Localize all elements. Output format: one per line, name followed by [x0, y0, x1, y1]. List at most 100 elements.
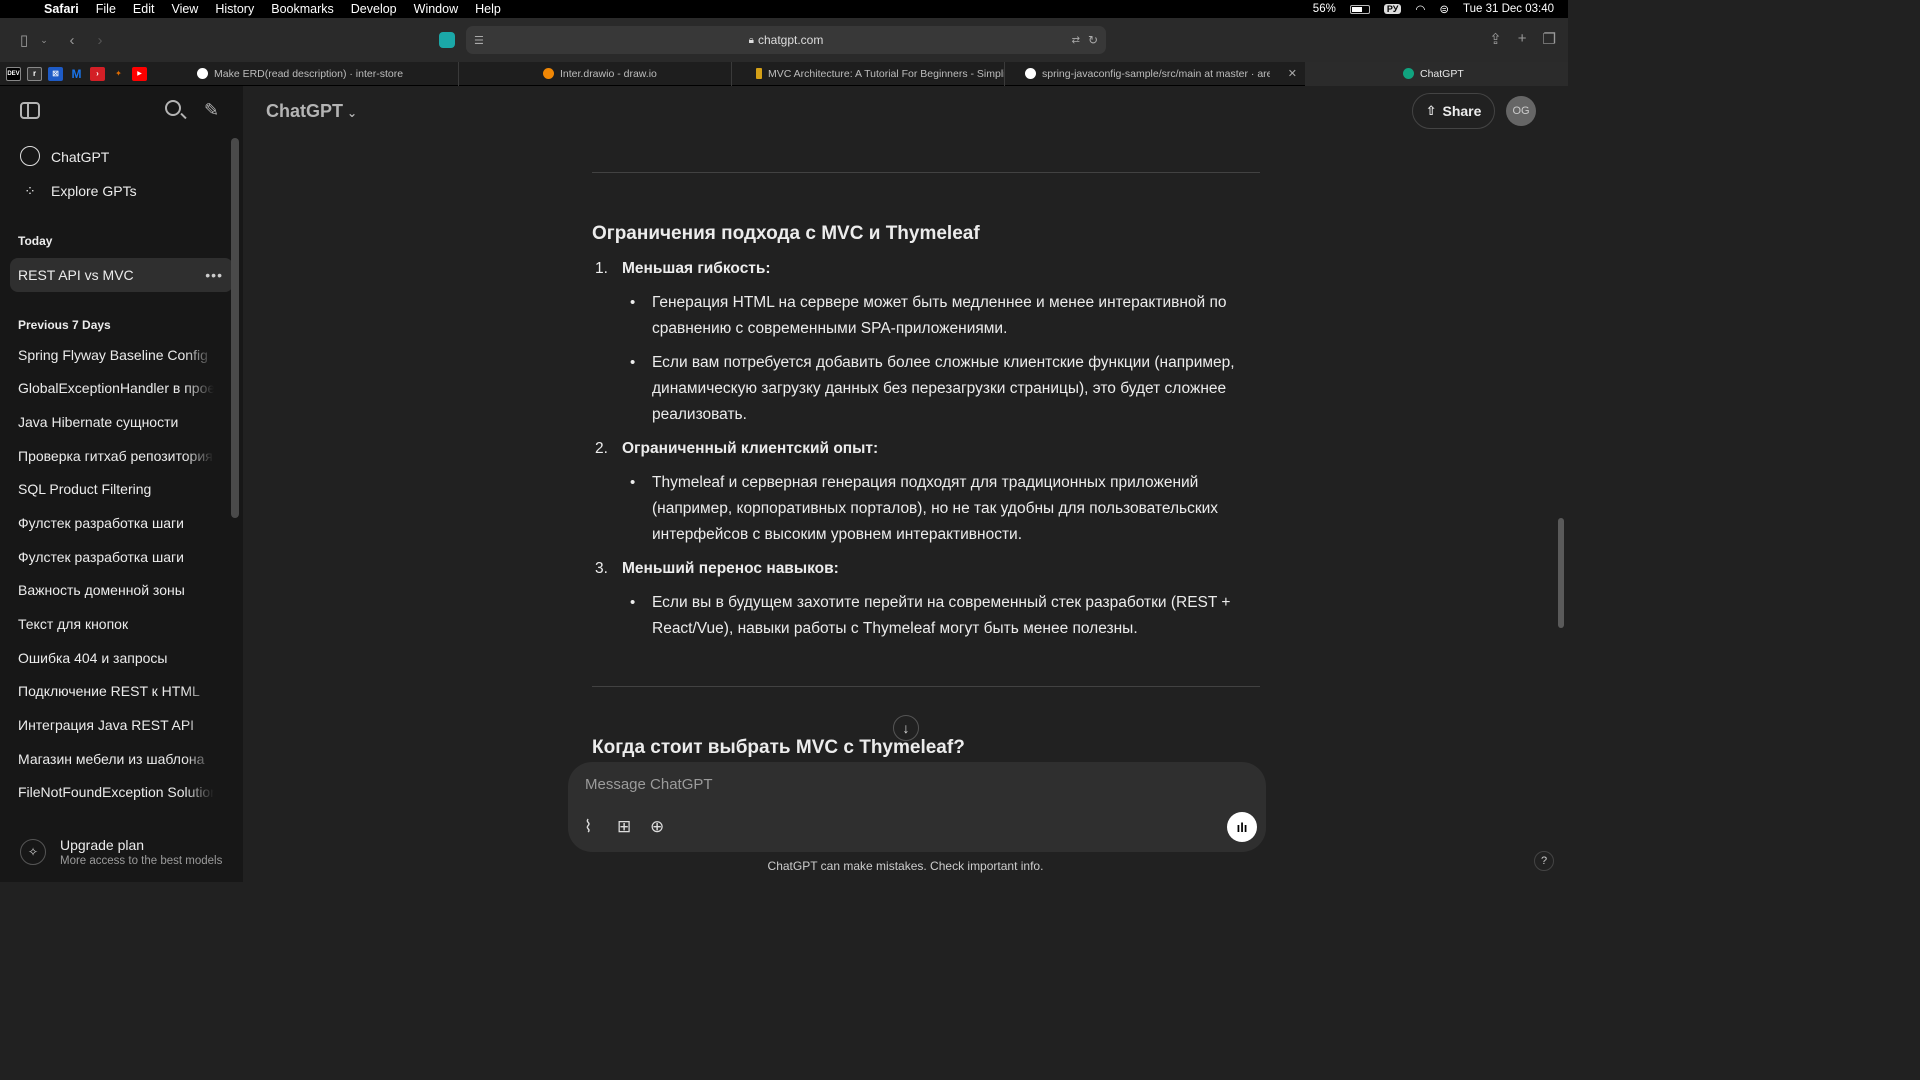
macos-menu-bar: Safari File Edit View History Bookmarks …: [0, 0, 1568, 18]
new-chat-icon[interactable]: ✎: [204, 100, 219, 121]
sidebar-item-chatgpt[interactable]: ChatGPT: [10, 140, 233, 174]
tab-inter-store[interactable]: Make ERD(read description) · inter-store: [187, 61, 459, 86]
tab-overview-icon[interactable]: ❐: [1543, 30, 1556, 48]
list-bullet-text: Если вы в будущем захотите перейти на со…: [652, 594, 1231, 637]
extension-icon[interactable]: [439, 32, 455, 48]
chat-item[interactable]: SQL Product Filtering: [10, 472, 233, 506]
sidebar-toggle-icon[interactable]: ▯: [10, 31, 38, 49]
menu-bookmarks[interactable]: Bookmarks: [271, 2, 334, 16]
disclaimer: ChatGPT can make mistakes. Check importa…: [767, 859, 1044, 873]
avatar[interactable]: OG: [1506, 96, 1536, 126]
share-label: Share: [1442, 103, 1482, 119]
tab-drawio[interactable]: Inter.drawio - draw.io: [459, 61, 732, 86]
share-page-icon[interactable]: ⇪: [1489, 30, 1502, 48]
favorite-star-icon[interactable]: ✦: [111, 67, 126, 81]
menu-help[interactable]: Help: [475, 2, 501, 16]
github-icon: [197, 68, 208, 79]
list-item-title: Меньшая гибкость:: [622, 260, 771, 277]
model-selector[interactable]: ChatGPT ⌄: [266, 101, 357, 122]
tab-title: spring-javaconfig-sample/src/main at mas…: [1042, 67, 1270, 80]
sidebar-scrollbar[interactable]: [231, 138, 239, 518]
chat-item-label: Фулстек разработка шаги: [18, 514, 184, 531]
chat-item[interactable]: Важность доменной зоны: [10, 574, 233, 608]
menu-develop[interactable]: Develop: [351, 2, 397, 16]
chat-item-label: Фулстек разработка шаги: [18, 548, 184, 565]
favorite-r-icon[interactable]: r: [27, 66, 42, 81]
bullet-dot: •: [630, 294, 636, 311]
favorite-arrow-icon[interactable]: ›: [90, 66, 105, 81]
menu-history[interactable]: History: [215, 2, 254, 16]
chat-item[interactable]: Проверка гитхаб репозитория: [10, 439, 233, 473]
chat-item[interactable]: GlobalExceptionHandler в проекте: [10, 371, 233, 405]
chat-item[interactable]: Фулстек разработка шаги: [10, 540, 233, 574]
reload-icon[interactable]: ↻: [1088, 33, 1098, 47]
list-bullet-text: Thymeleaf и серверная генерация подходят…: [652, 474, 1219, 543]
tab-chatgpt[interactable]: ChatGPT: [1305, 61, 1568, 86]
menu-file[interactable]: File: [96, 2, 116, 16]
menu-edit[interactable]: Edit: [133, 2, 155, 16]
favorite-m-icon[interactable]: M: [69, 67, 84, 81]
web-search-icon[interactable]: ⊕: [650, 817, 664, 837]
chat-item[interactable]: Spring Flyway Baseline Config: [10, 338, 233, 372]
main-scrollbar[interactable]: [1558, 518, 1564, 628]
bullet-dot: •: [630, 474, 636, 491]
menu-window[interactable]: Window: [414, 2, 458, 16]
scroll-to-bottom-button[interactable]: ↓: [893, 715, 919, 741]
chat-item[interactable]: Интеграция Java REST API: [10, 708, 233, 742]
input-source-indicator[interactable]: РУ: [1383, 4, 1402, 14]
close-tab-icon[interactable]: ✕: [1288, 67, 1297, 80]
tab-mvc-architecture[interactable]: MVC Architecture: A Tutorial For Beginne…: [732, 61, 1005, 86]
tab-spring-javaconfig[interactable]: spring-javaconfig-sample/src/main at mas…: [1005, 62, 1305, 86]
message-input[interactable]: Message ChatGPT: [585, 776, 713, 793]
clock[interactable]: Tue 31 Dec 03:40: [1463, 3, 1554, 15]
battery-icon[interactable]: [1349, 4, 1370, 14]
chat-item[interactable]: FileNotFoundException Solution: [10, 776, 233, 810]
upgrade-plan-button[interactable]: ✧ Upgrade plan More access to the best m…: [10, 830, 232, 874]
list-bullet-text: Если вам потребуется добавить более слож…: [652, 354, 1235, 423]
chat-item-label: Интеграция Java REST API: [18, 717, 195, 734]
control-center-icon[interactable]: ⊜: [1439, 2, 1449, 16]
back-arrow-icon[interactable]: ‹: [58, 32, 86, 49]
address-bar[interactable]: ☰ 🔒︎ chatgpt.com ⇄ ↻: [466, 26, 1106, 54]
favorite-box-icon[interactable]: ⊠: [48, 66, 63, 81]
chat-item[interactable]: Java Hibernate сущности: [10, 405, 233, 439]
message-composer[interactable]: Message ChatGPT ⌇ ⊞ ⊕ ılı: [568, 762, 1266, 852]
chevron-down-icon: ⌄: [347, 106, 358, 120]
favorite-dev-icon[interactable]: DEV: [6, 66, 21, 81]
attach-icon[interactable]: ⌇: [584, 817, 592, 837]
chat-item[interactable]: Текст для кнопок: [10, 607, 233, 641]
tab-title: ChatGPT: [1420, 67, 1464, 80]
forward-arrow-icon[interactable]: ›: [86, 32, 114, 49]
sidebar: ✎ ChatGPT ⁘ Explore GPTs Today REST API …: [0, 86, 243, 882]
help-button[interactable]: ?: [1534, 851, 1554, 871]
list-number: 2.: [595, 440, 608, 457]
chat-item-rest-api-vs-mvc[interactable]: REST API vs MVC •••: [10, 258, 233, 292]
more-options-icon[interactable]: •••: [205, 267, 223, 283]
tools-icon[interactable]: ⊞: [617, 817, 631, 837]
chat-item-label: Проверка гитхаб репозитория: [18, 447, 213, 464]
menu-app-name[interactable]: Safari: [44, 2, 79, 16]
new-tab-icon[interactable]: +: [1518, 30, 1527, 48]
sidebar-item-explore-gpts[interactable]: ⁘ Explore GPTs: [10, 174, 233, 208]
chat-item[interactable]: Ошибка 404 и запросы: [10, 641, 233, 675]
chat-item[interactable]: Магазин мебели из шаблона: [10, 742, 233, 776]
voice-mode-button[interactable]: ılı: [1227, 812, 1257, 842]
simplilearn-icon: [756, 68, 762, 79]
share-button[interactable]: ⇧ Share: [1412, 93, 1495, 129]
bullet-dot: •: [630, 354, 636, 371]
wifi-icon[interactable]: ◠: [1415, 2, 1425, 16]
list-item-title: Меньший перенос навыков:: [622, 560, 839, 577]
chat-item[interactable]: Фулстек разработка шаги: [10, 506, 233, 540]
favorite-youtube-icon[interactable]: ▶: [132, 66, 147, 81]
chat-item-label: Ошибка 404 и запросы: [18, 649, 168, 666]
chat-item-label: SQL Product Filtering: [18, 481, 152, 498]
page-menu-icon[interactable]: ☰: [474, 34, 484, 47]
url-text: chatgpt.com: [757, 33, 824, 47]
sidebar-toggle-icon[interactable]: [20, 102, 40, 119]
search-icon[interactable]: [165, 100, 181, 116]
chevron-down-icon[interactable]: ⌄: [38, 35, 50, 46]
chat-item-label: Java Hibernate сущности: [18, 413, 179, 430]
chat-item[interactable]: Подключение REST к HTML: [10, 675, 233, 709]
translate-icon[interactable]: ⇄: [1072, 35, 1080, 46]
menu-view[interactable]: View: [171, 2, 198, 16]
